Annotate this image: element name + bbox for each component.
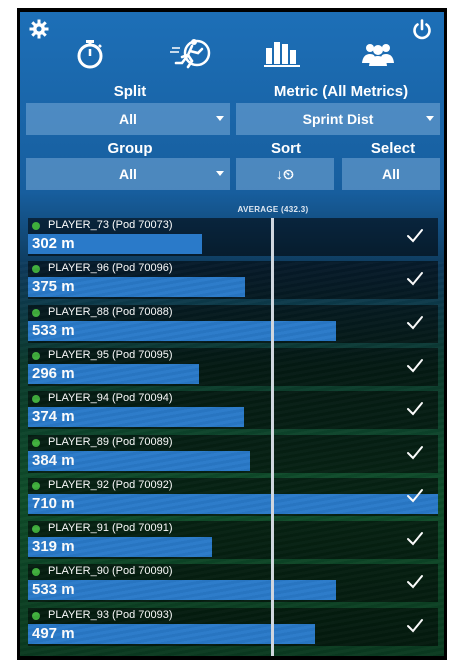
checkmark-icon[interactable] [406,488,426,506]
app-screen: Split Metric (All Metrics) All Sprint Di… [20,12,444,656]
average-line [271,218,274,656]
status-dot [32,351,40,360]
player-row[interactable]: PLAYER_88 (Pod 70088) 533 m [28,304,438,343]
checkmark-icon[interactable] [406,531,426,549]
checkmark-icon[interactable] [406,315,426,333]
status-dot [32,395,40,404]
player-name: PLAYER_73 (Pod 70073) [48,219,173,231]
stopwatch-icon[interactable] [74,38,106,70]
average-label: AVERAGE (432.3) [237,205,309,214]
player-value: 375 m [32,278,75,296]
status-dot [32,525,40,534]
select-value: All [382,166,400,182]
group-value: All [119,166,137,182]
status-dot [32,265,40,274]
gear-icon[interactable] [28,18,50,40]
select-label: Select [370,140,416,157]
value-bar [28,493,438,514]
split-dropdown[interactable]: All [26,103,230,135]
chevron-down-icon [426,116,434,121]
player-name: PLAYER_93 (Pod 70093) [48,608,173,621]
chevron-down-icon [216,116,224,121]
device-frame: Split Metric (All Metrics) All Sprint Di… [17,8,447,660]
checkmark-icon[interactable] [406,358,426,376]
player-value: 319 m [32,538,75,556]
metric-label: Metric (All Metrics) [273,83,409,100]
player-value: 296 m [32,364,75,382]
checkmark-icon[interactable] [406,445,426,463]
player-value: 384 m [32,451,75,469]
player-row[interactable]: PLAYER_92 (Pod 70092) 710 m [28,477,438,516]
player-value: 374 m [32,408,75,426]
player-name: PLAYER_96 (Pod 70096) [48,262,173,275]
player-row[interactable]: PLAYER_91 (Pod 70091) 319 m [28,521,438,560]
player-name: PLAYER_91 (Pod 70091) [48,522,173,535]
checkmark-icon[interactable] [406,228,426,246]
checkmark-icon[interactable] [406,271,426,289]
status-dot [32,222,40,230]
player-row[interactable]: PLAYER_89 (Pod 70089) 384 m [28,434,438,473]
checkmark-icon[interactable] [406,618,426,636]
player-name: PLAYER_92 (Pod 70092) [48,478,173,491]
player-row[interactable]: PLAYER_93 (Pod 70093) 497 m [28,607,438,646]
player-value: 533 m [32,581,75,599]
top-toolbar [20,12,444,72]
checkmark-icon[interactable] [406,574,426,592]
player-row[interactable]: PLAYER_90 (Pod 70090) 533 m [28,564,438,603]
status-dot [32,438,40,447]
player-name: PLAYER_88 (Pod 70088) [48,305,173,318]
player-name: PLAYER_95 (Pod 70095) [48,348,173,361]
status-dot [32,308,40,317]
player-value: 497 m [32,624,75,642]
sort-icon: ↓⏲ [276,165,294,182]
group-label: Group [107,140,153,157]
player-name: PLAYER_94 (Pod 70094) [48,392,173,405]
checkmark-icon[interactable] [406,401,426,419]
metric-dropdown[interactable]: Sprint Dist [236,103,440,135]
player-row[interactable]: PLAYER_95 (Pod 70095) 296 m [28,347,438,386]
player-name: PLAYER_89 (Pod 70089) [48,435,173,448]
metric-value: Sprint Dist [302,111,374,127]
status-dot [32,611,40,620]
sort-button[interactable]: ↓⏲ [236,158,334,190]
sort-label: Sort [271,140,301,157]
split-label: Split [113,83,147,100]
status-dot [32,481,40,490]
player-row[interactable]: PLAYER_73 (Pod 70073) 302 m [28,218,438,256]
power-icon[interactable] [410,18,434,42]
status-dot [32,568,40,577]
select-button[interactable]: All [342,158,440,190]
runner-icon[interactable] [170,36,214,70]
player-row[interactable]: PLAYER_96 (Pod 70096) 375 m [28,261,438,300]
player-value: 710 m [32,494,75,512]
bar-chart-icon[interactable] [262,36,302,70]
player-value: 533 m [32,321,75,339]
split-value: All [119,111,137,127]
chevron-down-icon [216,171,224,176]
player-value: 302 m [32,235,75,252]
player-row[interactable]: PLAYER_94 (Pod 70094) 374 m [28,391,438,430]
group-dropdown[interactable]: All [26,158,230,190]
team-icon[interactable] [360,38,396,70]
player-name: PLAYER_90 (Pod 70090) [48,565,173,578]
